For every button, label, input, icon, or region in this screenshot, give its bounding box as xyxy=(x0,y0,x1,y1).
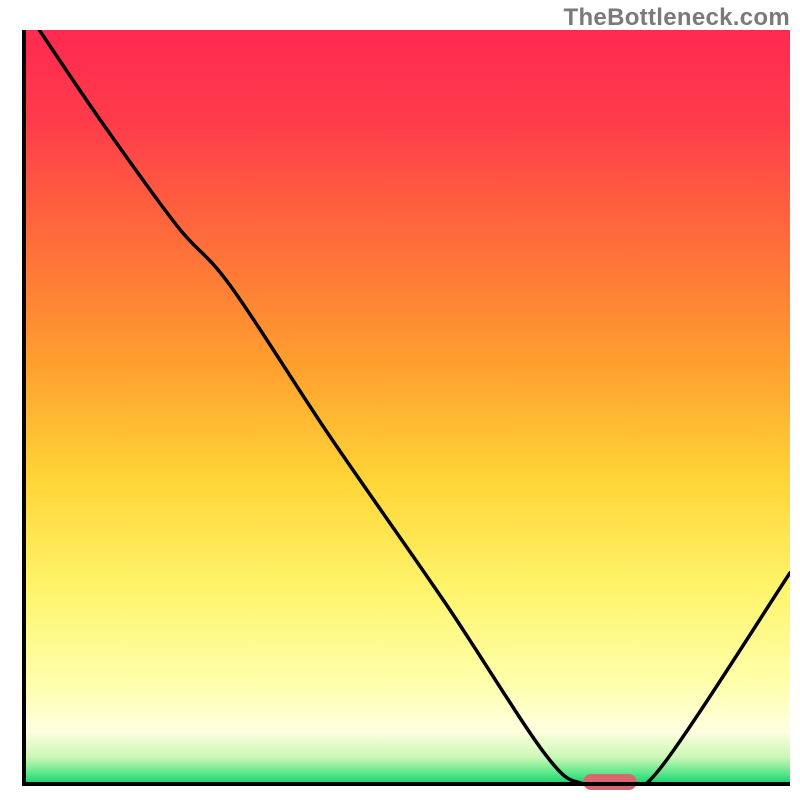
watermark-text: TheBottleneck.com xyxy=(564,4,790,32)
chart-container: TheBottleneck.com xyxy=(0,0,800,800)
gradient-background xyxy=(24,30,790,784)
bottleneck-chart xyxy=(0,0,800,800)
